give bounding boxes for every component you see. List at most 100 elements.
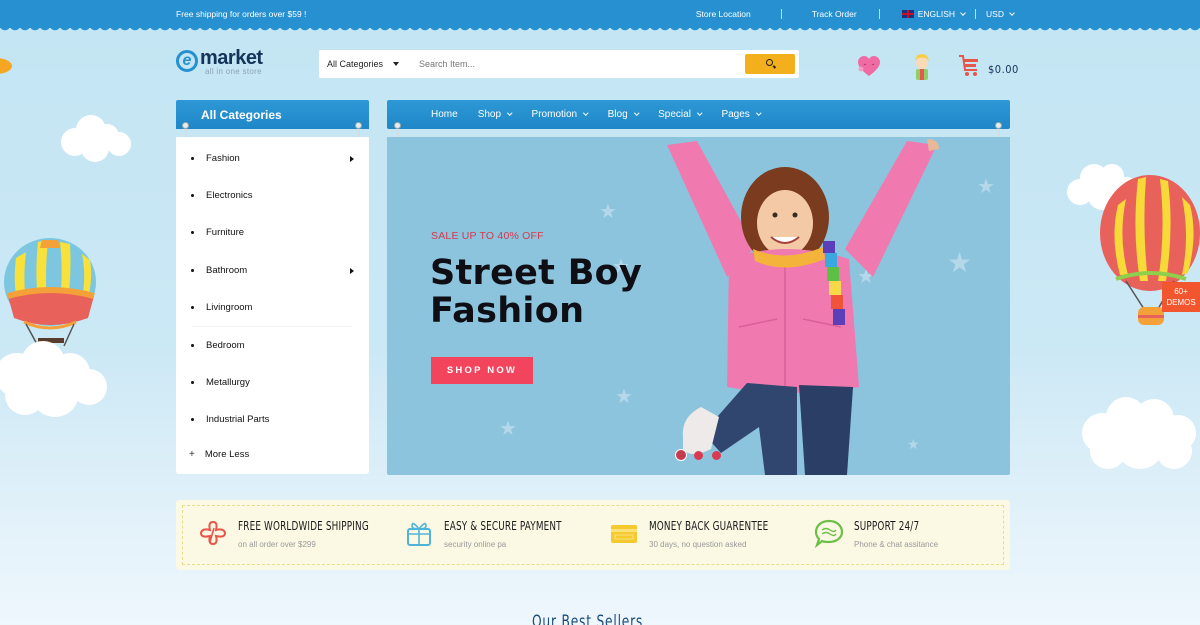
category-label: Fashion	[206, 153, 240, 164]
logo-e-icon: e	[176, 50, 198, 72]
search-bar: All Categories	[319, 50, 799, 78]
demos-badge[interactable]: 60+ DEMOS	[1162, 282, 1200, 312]
divider	[780, 9, 782, 19]
cart-total[interactable]: $0.00	[988, 63, 1019, 76]
caret-right-icon	[350, 267, 354, 274]
caret-down-icon	[393, 62, 400, 66]
demos-count: 60+	[1174, 287, 1188, 296]
category-label: Livingroom	[206, 302, 253, 313]
nav-promotion[interactable]: Promotion	[532, 109, 589, 120]
shipping-plane-icon	[199, 520, 227, 546]
category-label: Metallurgy	[206, 377, 250, 388]
shipping-notice: Free shipping for orders over $59 !	[176, 9, 307, 19]
caret-right-icon	[350, 155, 354, 162]
bullet-icon	[191, 344, 194, 347]
bullet-icon	[191, 381, 194, 384]
nav-pages[interactable]: Pages	[721, 109, 762, 120]
pin-icon	[394, 122, 401, 141]
nav-special[interactable]: Special	[658, 109, 703, 120]
feature-subtitle: 30 days, no question asked	[649, 540, 747, 549]
category-list: Fashion Electronics Furniture Bathroom L…	[176, 137, 369, 474]
chevron-down-icon	[583, 110, 589, 116]
cloud-icon	[61, 115, 131, 162]
store-location-link[interactable]: Store Location	[696, 9, 751, 19]
nav-home[interactable]: Home	[431, 109, 458, 120]
cloud-icon	[1082, 397, 1196, 469]
feature-title: SUPPORT 24/7	[854, 519, 920, 533]
category-item-electronics[interactable]: Electronics	[176, 177, 369, 214]
gift-box-icon	[407, 522, 431, 546]
slide-dot-3[interactable]	[712, 450, 721, 460]
star-icon: ★	[499, 418, 517, 440]
more-less-label: More Less	[204, 449, 250, 460]
currency-label: USD	[986, 9, 1004, 19]
logo-tagline: all in one store	[205, 67, 262, 76]
feature-strip: FREE WORLDWIDE SHIPPING on all order ove…	[176, 500, 1010, 570]
chevron-down-icon	[697, 110, 703, 116]
chat-bubble-icon	[814, 519, 844, 548]
wishlist-heart-icon[interactable]	[857, 55, 881, 77]
category-item-industrial-parts[interactable]: Industrial Parts	[176, 401, 369, 438]
category-item-livingroom[interactable]: Livingroom	[176, 289, 369, 326]
main-nav: Home Shop Promotion Blog Special Pages	[387, 100, 1010, 129]
slide-dot-2[interactable]	[694, 450, 703, 460]
category-item-metallurgy[interactable]: Metallurgy	[176, 364, 369, 401]
category-label: Bedroom	[206, 340, 245, 351]
language-label: ENGLISH	[917, 9, 956, 19]
currency-selector[interactable]: USD	[986, 9, 1015, 19]
category-item-bathroom[interactable]: Bathroom	[176, 252, 369, 289]
plus-icon: +	[189, 449, 195, 460]
chevron-down-icon	[756, 110, 762, 116]
track-order-link[interactable]: Track Order	[812, 9, 857, 19]
bullet-icon	[191, 418, 194, 421]
section-heading: Our Best Sellers	[532, 612, 644, 625]
logo[interactable]: e market all in one store	[176, 47, 276, 78]
pin-icon	[182, 122, 189, 141]
nav-shop[interactable]: Shop	[477, 109, 513, 120]
search-input[interactable]	[419, 59, 745, 69]
bullet-icon	[191, 231, 194, 234]
divider	[975, 9, 977, 19]
nav-label: Shop	[477, 109, 502, 120]
nav-blog[interactable]: Blog	[608, 109, 639, 120]
bullet-icon	[191, 306, 194, 309]
cloud-icon	[0, 341, 107, 417]
feature-subtitle: security online pa	[444, 540, 507, 549]
chevron-down-icon	[1009, 10, 1015, 16]
all-categories-header[interactable]: All Categories	[176, 100, 369, 129]
nav-label: Special	[658, 109, 691, 120]
star-icon: ★	[599, 201, 617, 223]
feature-title: FREE WORLDWIDE SHIPPING	[238, 519, 369, 533]
sun-icon	[0, 58, 12, 74]
chevron-down-icon	[507, 110, 513, 116]
more-less-toggle[interactable]: + More Less	[176, 436, 369, 473]
category-item-fashion[interactable]: Fashion	[176, 140, 369, 177]
bullet-icon	[191, 157, 194, 160]
hero-title-line: Fashion	[430, 291, 585, 331]
category-item-bedroom[interactable]: Bedroom	[176, 327, 369, 364]
category-item-furniture[interactable]: Furniture	[176, 214, 369, 251]
shop-now-button[interactable]: SHOP NOW	[431, 357, 533, 384]
slider-pagination	[675, 449, 730, 461]
search-category-label: All Categories	[327, 59, 384, 69]
category-label: Electronics	[206, 190, 253, 201]
chevron-down-icon	[960, 10, 966, 16]
chevron-down-icon	[633, 110, 639, 116]
search-button[interactable]	[745, 54, 795, 74]
cart-icon[interactable]	[958, 54, 980, 78]
wave-border	[0, 26, 1200, 32]
top-bar: Free shipping for orders over $59 ! Stor…	[0, 0, 1200, 32]
bullet-icon	[191, 269, 194, 272]
demos-label: DEMOS	[1166, 298, 1196, 307]
uk-flag-icon	[901, 10, 914, 18]
slide-dot-1[interactable]	[675, 449, 687, 461]
pin-icon	[355, 122, 362, 141]
language-selector[interactable]: ENGLISH	[901, 9, 966, 19]
hot-air-balloon-icon	[4, 238, 96, 347]
category-label: Industrial Parts	[206, 414, 270, 425]
nav-label: Home	[431, 109, 458, 120]
account-user-icon[interactable]	[911, 52, 933, 80]
hero-slider: ★ ★ ★ ★ ★ ★ ★ ★ SALE UP TO 40% OFF Stree…	[387, 137, 1010, 475]
hero-title: Street Boy Fashion	[430, 254, 642, 330]
search-category-dropdown[interactable]: All Categories	[319, 59, 419, 69]
